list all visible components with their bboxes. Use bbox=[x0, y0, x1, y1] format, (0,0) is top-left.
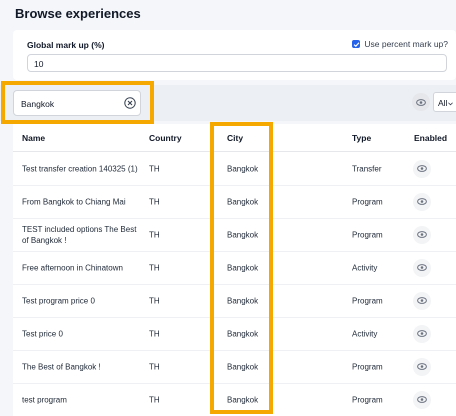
eye-icon bbox=[417, 396, 427, 403]
row-view-button[interactable] bbox=[413, 159, 431, 178]
cell-name: Test program price 0 bbox=[22, 296, 95, 305]
percent-markup-checkbox[interactable] bbox=[352, 40, 361, 48]
cell-name: From Bangkok to Chiang Mai bbox=[22, 197, 126, 206]
cell-country: TH bbox=[149, 395, 160, 404]
markup-input[interactable]: 10 bbox=[27, 54, 447, 72]
row-view-button[interactable] bbox=[413, 390, 431, 409]
cell-country: TH bbox=[149, 263, 160, 272]
row-view-button[interactable] bbox=[413, 192, 431, 211]
enabled-filter-value: All bbox=[438, 98, 448, 108]
row-view-button[interactable] bbox=[413, 258, 431, 277]
enabled-filter-select[interactable]: All bbox=[433, 92, 456, 112]
cell-type: Program bbox=[352, 362, 383, 371]
header-type[interactable]: Type bbox=[352, 133, 371, 143]
cell-country: TH bbox=[149, 230, 160, 239]
cell-country: TH bbox=[149, 329, 160, 338]
cell-type: Transfer bbox=[352, 164, 382, 173]
cell-type: Program bbox=[352, 197, 383, 206]
markup-label: Global mark up (%) bbox=[27, 40, 105, 50]
cell-name: Test price 0 bbox=[22, 329, 63, 338]
header-enabled[interactable]: Enabled bbox=[414, 133, 447, 143]
row-view-button[interactable] bbox=[413, 357, 431, 376]
eye-icon bbox=[416, 98, 426, 106]
row-view-button[interactable] bbox=[413, 291, 431, 310]
cell-name: test program bbox=[22, 395, 67, 404]
cell-name: Test transfer creation 140325 (1) bbox=[22, 164, 138, 173]
percent-markup-label: Use percent mark up? bbox=[364, 39, 448, 49]
chevron-down-icon bbox=[448, 102, 454, 106]
cell-type: Activity bbox=[352, 329, 378, 338]
visibility-toggle-button[interactable] bbox=[412, 93, 430, 111]
cell-name: The Best of Bangkok ! bbox=[22, 362, 101, 371]
eye-icon bbox=[417, 363, 427, 370]
cell-type: Program bbox=[352, 395, 383, 404]
cell-name: Free afternoon in Chinatown bbox=[22, 263, 123, 272]
eye-icon bbox=[417, 330, 427, 337]
check-icon bbox=[353, 41, 360, 47]
percent-markup-toggle[interactable]: Use percent mark up? bbox=[352, 39, 448, 49]
cell-country: TH bbox=[149, 197, 160, 206]
row-view-button[interactable] bbox=[413, 225, 431, 244]
row-view-button[interactable] bbox=[413, 324, 431, 343]
eye-icon bbox=[417, 231, 427, 238]
cell-type: Program bbox=[352, 296, 383, 305]
cell-name: TEST included options The Best of Bangko… bbox=[22, 224, 137, 245]
markup-card: Global mark up (%) Use percent mark up? … bbox=[13, 30, 456, 80]
header-country[interactable]: Country bbox=[149, 133, 182, 143]
cell-type: Activity bbox=[352, 263, 378, 272]
header-name[interactable]: Name bbox=[22, 133, 45, 143]
eye-icon bbox=[417, 165, 427, 172]
cell-country: TH bbox=[149, 164, 160, 173]
cell-country: TH bbox=[149, 296, 160, 305]
page-title: Browse experiences bbox=[15, 6, 141, 21]
cell-country: TH bbox=[149, 362, 160, 371]
eye-icon bbox=[417, 264, 427, 271]
cell-type: Program bbox=[352, 230, 383, 239]
eye-icon bbox=[417, 297, 427, 304]
eye-icon bbox=[417, 198, 427, 205]
city-column-highlight-box bbox=[210, 122, 273, 414]
search-highlight-box bbox=[1, 81, 154, 124]
